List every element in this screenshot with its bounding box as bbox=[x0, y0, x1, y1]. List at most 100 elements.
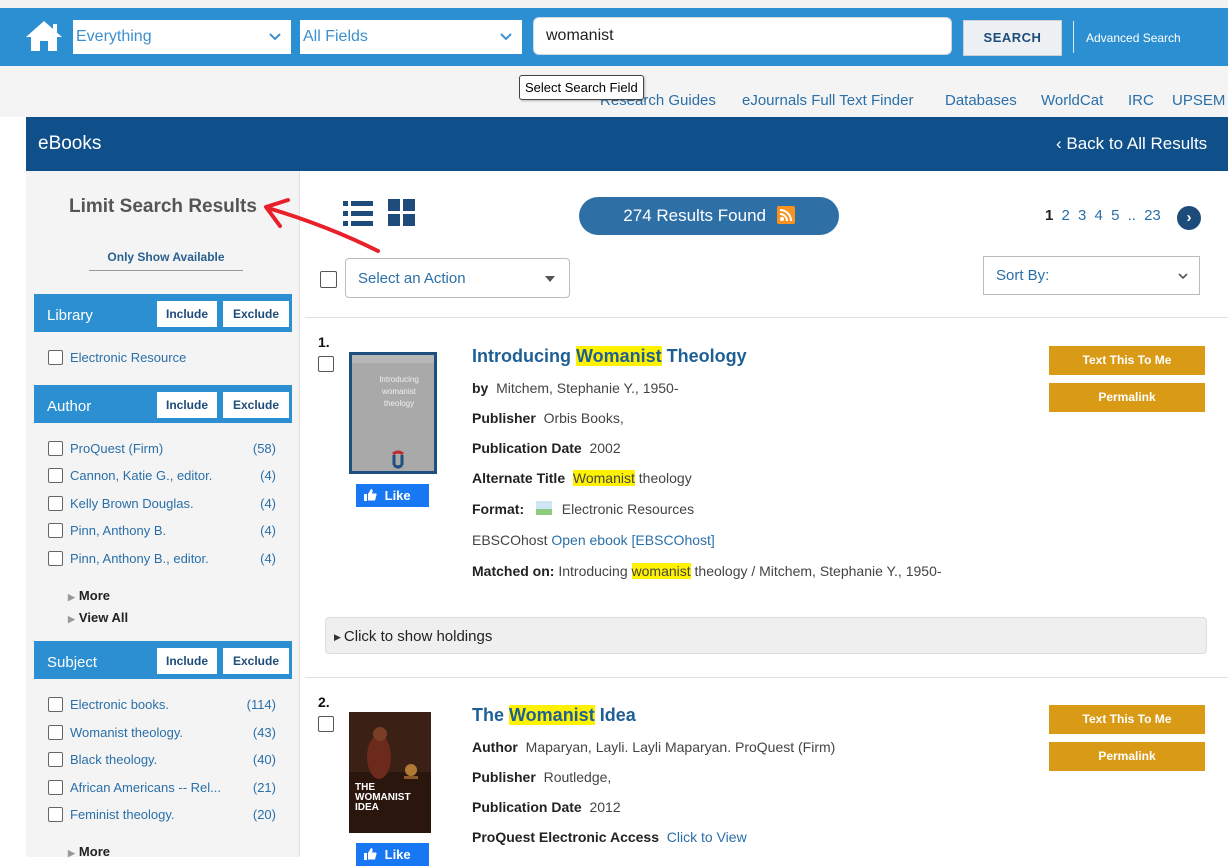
search-input[interactable]: womanist bbox=[533, 17, 952, 55]
facet-item[interactable]: Womanist theology. (43) bbox=[48, 723, 278, 743]
page-4[interactable]: 4 bbox=[1095, 207, 1103, 224]
facet-item[interactable]: Electronic Resource bbox=[48, 348, 278, 368]
text-this-to-me-button[interactable]: Text This To Me bbox=[1049, 346, 1205, 375]
page-title: eBooks bbox=[38, 133, 102, 154]
facet-item[interactable]: Cannon, Katie G., editor. (4) bbox=[48, 466, 278, 486]
book-cover[interactable] bbox=[349, 352, 437, 474]
facet-item[interactable]: ProQuest (Firm) (58) bbox=[48, 439, 278, 459]
more-link[interactable]: ▶ More bbox=[68, 588, 110, 603]
field-label: ProQuest Electronic Access bbox=[472, 829, 660, 845]
exclude-button[interactable]: Exclude bbox=[223, 301, 289, 327]
page-1[interactable]: 1 bbox=[1045, 207, 1053, 224]
facet-checkbox[interactable] bbox=[48, 752, 63, 767]
thumbs-up-icon bbox=[364, 489, 377, 501]
chevron-down-icon bbox=[269, 33, 281, 41]
advanced-search-link[interactable]: Advanced Search bbox=[1086, 31, 1181, 45]
cover-title: THE WOMANIST IDEA bbox=[355, 782, 411, 813]
page-3[interactable]: 3 bbox=[1078, 207, 1086, 224]
like-button[interactable]: Like bbox=[356, 843, 429, 866]
worldcat-link[interactable]: WorldCat bbox=[1041, 92, 1103, 109]
grid-view-icon[interactable] bbox=[388, 198, 416, 228]
databases-link[interactable]: Databases bbox=[945, 92, 1017, 109]
permalink-button[interactable]: Permalink bbox=[1049, 742, 1205, 771]
facet-item[interactable]: Pinn, Anthony B. (4) bbox=[48, 521, 278, 541]
title-highlight: Womanist bbox=[575, 346, 662, 366]
sort-select-value: Sort By: bbox=[996, 267, 1050, 284]
facet-item[interactable]: Feminist theology. (20) bbox=[48, 805, 278, 825]
permalink-button[interactable]: Permalink bbox=[1049, 383, 1205, 412]
facet-checkbox[interactable] bbox=[48, 496, 63, 511]
pagination: 1 2 3 4 5 .. 23 bbox=[1045, 207, 1165, 224]
select-all-checkbox[interactable] bbox=[320, 271, 337, 288]
search-scope-value: Everything bbox=[76, 28, 152, 45]
show-holdings-toggle[interactable]: ▶ Click to show holdings bbox=[325, 617, 1207, 654]
result-title[interactable]: Introducing Womanist Theology bbox=[472, 346, 747, 367]
search-button[interactable]: SEARCH bbox=[963, 20, 1062, 56]
back-to-results-link[interactable]: ‹ Back to All Results bbox=[1056, 134, 1207, 154]
include-button[interactable]: Include bbox=[157, 648, 217, 674]
like-button[interactable]: Like bbox=[356, 484, 429, 507]
facet-checkbox[interactable] bbox=[48, 350, 63, 365]
upsem-link[interactable]: UPSEM bbox=[1172, 92, 1225, 109]
exclude-button[interactable]: Exclude bbox=[223, 648, 289, 674]
facet-item[interactable]: Pinn, Anthony B., editor. (4) bbox=[48, 549, 278, 569]
facet-label: Pinn, Anthony B., editor. bbox=[70, 551, 209, 566]
facet-item[interactable]: Electronic books. (114) bbox=[48, 695, 278, 715]
search-scope-select[interactable]: Everything bbox=[73, 20, 291, 54]
home-icon[interactable] bbox=[24, 19, 64, 53]
facet-count: (4) bbox=[260, 468, 276, 483]
facet-checkbox[interactable] bbox=[48, 523, 63, 538]
title-text: Theology bbox=[661, 346, 747, 366]
click-to-view-link[interactable]: Click to View bbox=[667, 829, 747, 845]
divider bbox=[305, 677, 1228, 678]
facet-count: (4) bbox=[260, 551, 276, 566]
facet-item[interactable]: African Americans -- Rel... (21) bbox=[48, 778, 278, 798]
result-checkbox[interactable] bbox=[318, 716, 334, 732]
facet-checkbox[interactable] bbox=[48, 441, 63, 456]
facet-count: (4) bbox=[260, 496, 276, 511]
action-select[interactable]: Select an Action bbox=[345, 258, 570, 298]
alt-highlight: Womanist bbox=[572, 470, 635, 486]
facet-checkbox[interactable] bbox=[48, 551, 63, 566]
facet-label: ProQuest (Firm) bbox=[70, 441, 164, 456]
caret-down-icon bbox=[545, 276, 555, 282]
ejournals-link[interactable]: eJournals Full Text Finder bbox=[742, 92, 913, 109]
page-23[interactable]: 23 bbox=[1144, 207, 1161, 224]
page-5[interactable]: 5 bbox=[1111, 207, 1119, 224]
book-cover[interactable] bbox=[349, 712, 431, 833]
facet-item[interactable]: Kelly Brown Douglas. (4) bbox=[48, 494, 278, 514]
sort-select[interactable]: Sort By: bbox=[983, 256, 1200, 295]
only-show-available-link[interactable]: Only Show Available bbox=[89, 250, 243, 271]
include-button[interactable]: Include bbox=[157, 392, 217, 418]
facet-count: (21) bbox=[252, 780, 276, 795]
field-value: Electronic Resources bbox=[561, 501, 695, 517]
exclude-button[interactable]: Exclude bbox=[223, 392, 289, 418]
facet-item[interactable]: Black theology. (40) bbox=[48, 750, 278, 770]
facet-checkbox[interactable] bbox=[48, 468, 63, 483]
facet-checkbox[interactable] bbox=[48, 780, 63, 795]
field-value: theology / Mitchem, Stephanie Y., 1950- bbox=[690, 563, 942, 579]
result-date: Publication Date 2012 bbox=[472, 799, 621, 815]
text-this-to-me-button[interactable]: Text This To Me bbox=[1049, 705, 1205, 734]
field-label: Publication Date bbox=[472, 440, 582, 456]
irc-link[interactable]: IRC bbox=[1128, 92, 1154, 109]
field-label: Publication Date bbox=[472, 799, 582, 815]
field-value: theology bbox=[634, 470, 692, 486]
facet-checkbox[interactable] bbox=[48, 697, 63, 712]
triangle-right-icon: ▶ bbox=[68, 592, 75, 602]
search-field-select[interactable]: All Fields bbox=[300, 20, 522, 54]
result-matched-on: Matched on: Introducing womanist theolog… bbox=[472, 563, 942, 579]
next-page-icon[interactable]: › bbox=[1177, 206, 1201, 230]
action-select-value: Select an Action bbox=[358, 270, 466, 287]
facet-checkbox[interactable] bbox=[48, 725, 63, 740]
result-title[interactable]: The Womanist Idea bbox=[472, 705, 636, 726]
result-publisher: Publisher Orbis Books, bbox=[472, 410, 624, 426]
open-ebook-link[interactable]: Open ebook [EBSCOhost] bbox=[551, 532, 714, 548]
field-label: Alternate Title bbox=[472, 470, 566, 486]
rss-icon[interactable] bbox=[776, 206, 795, 224]
include-button[interactable]: Include bbox=[157, 301, 217, 327]
page-2[interactable]: 2 bbox=[1062, 207, 1070, 224]
result-checkbox[interactable] bbox=[318, 356, 334, 372]
facet-checkbox[interactable] bbox=[48, 807, 63, 822]
view-all-link[interactable]: ▶ View All bbox=[68, 610, 128, 625]
